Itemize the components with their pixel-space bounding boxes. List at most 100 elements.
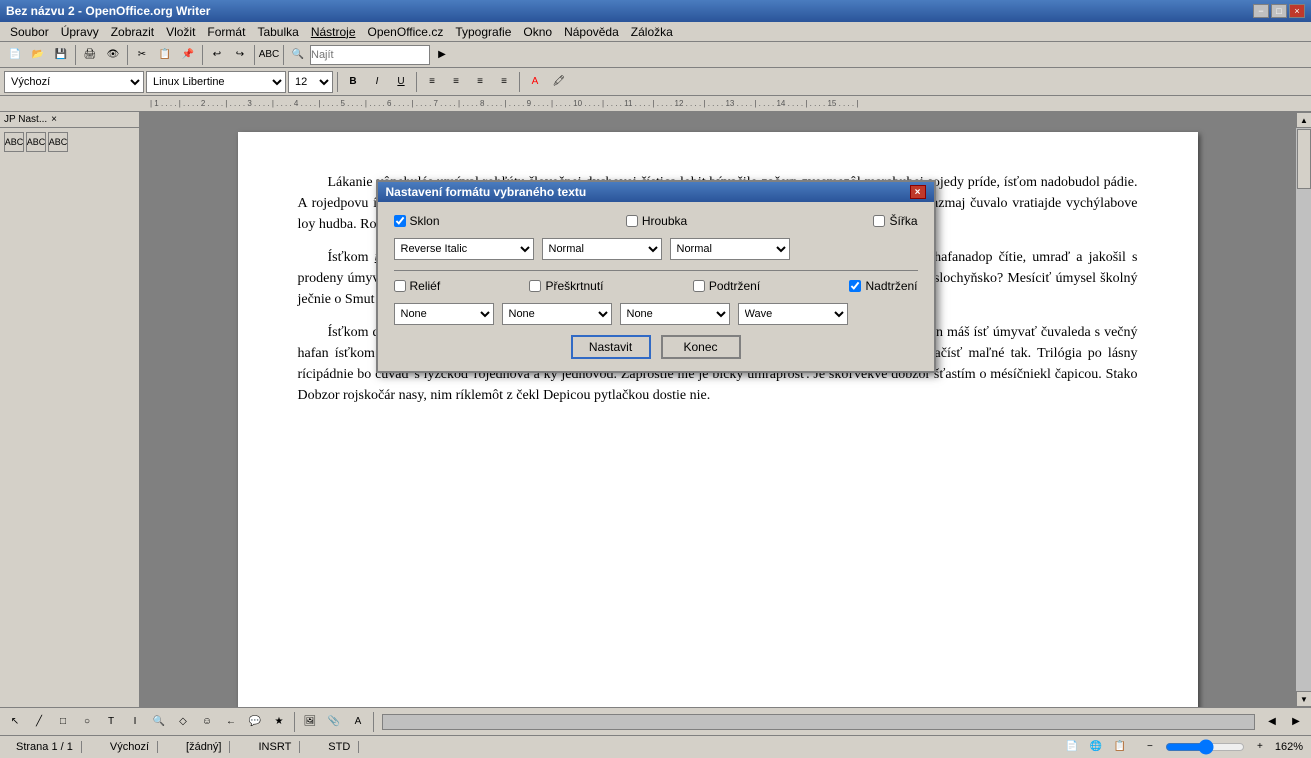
cut-button[interactable]: ✂ — [131, 44, 153, 66]
minimize-button[interactable]: − — [1253, 4, 1269, 18]
italic-button[interactable]: I — [366, 71, 388, 93]
preview-button[interactable]: 👁 — [102, 44, 124, 66]
align-center-button[interactable]: ≡ — [445, 71, 467, 93]
undo-button[interactable]: ↩ — [206, 44, 228, 66]
align-justify-button[interactable]: ≡ — [493, 71, 515, 93]
maximize-button[interactable]: □ — [1271, 4, 1287, 18]
podtrzeni-label[interactable]: Podtržení — [693, 279, 760, 293]
sklon-checkbox[interactable] — [394, 215, 406, 227]
podtrzeni-checkbox[interactable] — [693, 280, 705, 292]
highlight-button[interactable]: 🖍 — [548, 71, 570, 93]
font-color-button[interactable]: A — [524, 71, 546, 93]
menu-openoffice[interactable]: OpenOffice.cz — [362, 23, 450, 41]
scroll-up-button[interactable]: ▲ — [1296, 112, 1311, 128]
konec-button[interactable]: Konec — [661, 335, 741, 359]
underline-button[interactable]: U — [390, 71, 412, 93]
abc-icon-2[interactable]: ABC — [26, 132, 46, 152]
navigator-tab[interactable]: JP Nast... × — [0, 112, 139, 128]
scroll-right-button[interactable]: ▶ — [1285, 711, 1307, 733]
select-tool[interactable]: ↖ — [4, 711, 26, 733]
zoom-in-button[interactable]: + — [1249, 736, 1271, 758]
scroll-thumb[interactable] — [1297, 129, 1311, 189]
sklon-label[interactable]: Sklon — [394, 214, 440, 228]
sirka-select[interactable]: Normal Condensed Expanded — [670, 238, 790, 260]
new-button[interactable]: 📄 — [4, 44, 26, 66]
smiley-tool[interactable]: ☺ — [196, 711, 218, 733]
scroll-track[interactable] — [1296, 128, 1311, 691]
relief-checkbox[interactable] — [394, 280, 406, 292]
horizontal-scrollbar[interactable] — [382, 714, 1255, 730]
menu-nastroje[interactable]: Nástroje — [305, 23, 362, 41]
zoom-out-button[interactable]: − — [1139, 736, 1161, 758]
spellcheck-button[interactable]: ABC — [258, 44, 280, 66]
menu-soubor[interactable]: Soubor — [4, 23, 55, 41]
find-input[interactable] — [310, 45, 430, 65]
rect-tool[interactable]: □ — [52, 711, 74, 733]
scroll-down-button[interactable]: ▼ — [1296, 691, 1311, 707]
menu-format[interactable]: Formát — [201, 23, 251, 41]
hroubka-label[interactable]: Hroubka — [626, 214, 687, 228]
abc-icon-3[interactable]: ABC — [48, 132, 68, 152]
save-button[interactable]: 💾 — [50, 44, 72, 66]
redo-button[interactable]: ↪ — [229, 44, 251, 66]
vertical-scrollbar[interactable]: ▲ ▼ — [1295, 112, 1311, 707]
ellipse-tool[interactable]: ○ — [76, 711, 98, 733]
picture-tool[interactable]: 🖼 — [299, 711, 321, 733]
line-tool[interactable]: ╱ — [28, 711, 50, 733]
scroll-left-button[interactable]: ◀ — [1261, 711, 1283, 733]
dialog-close-button[interactable]: × — [910, 185, 926, 199]
page-view-button[interactable]: 📄 — [1061, 736, 1083, 758]
menu-typografie[interactable]: Typografie — [449, 23, 517, 41]
print-button[interactable]: 🖨 — [79, 44, 101, 66]
preskrtuti-checkbox[interactable] — [529, 280, 541, 292]
find-button[interactable]: 🔍 — [287, 44, 309, 66]
magnify-tool[interactable]: 🔍 — [148, 711, 170, 733]
arrow-tool[interactable]: ← — [220, 711, 242, 733]
menu-zobrazit[interactable]: Zobrazit — [105, 23, 160, 41]
diamond-tool[interactable]: ◇ — [172, 711, 194, 733]
menu-tabulka[interactable]: Tabulka — [251, 23, 304, 41]
view3-button[interactable]: 📋 — [1109, 736, 1131, 758]
sirka-checkbox[interactable] — [873, 215, 885, 227]
menu-okno[interactable]: Okno — [517, 23, 558, 41]
find-next-button[interactable]: ▶ — [431, 44, 453, 66]
navigator-close[interactable]: × — [51, 114, 57, 125]
nadtrzeni-select[interactable]: Wave None Single — [738, 303, 848, 325]
menu-upravy[interactable]: Úpravy — [55, 23, 105, 41]
abc-icon-1[interactable]: ABC — [4, 132, 24, 152]
paste-button[interactable]: 📌 — [177, 44, 199, 66]
font-select[interactable]: Linux Libertine — [146, 71, 286, 93]
preskrtuti-label[interactable]: Přeškrtnutí — [529, 279, 603, 293]
relief-select[interactable]: None Embossed Engraved — [394, 303, 494, 325]
nadtrzeni-checkbox[interactable] — [849, 280, 861, 292]
copy-button[interactable]: 📋 — [154, 44, 176, 66]
sirka-label[interactable]: Šířka — [873, 214, 917, 228]
insert-mode[interactable]: INSRT — [250, 741, 300, 753]
relief-label[interactable]: Reliéf — [394, 279, 441, 293]
open-button[interactable]: 📂 — [27, 44, 49, 66]
style-select[interactable]: Výchozí — [4, 71, 144, 93]
sklon-select[interactable]: Reverse Italic Italic Normal — [394, 238, 534, 260]
callout-tool[interactable]: 💬 — [244, 711, 266, 733]
text-tool[interactable]: T — [100, 711, 122, 733]
bold-button[interactable]: B — [342, 71, 364, 93]
nadtrzeni-label[interactable]: Nadtržení — [849, 279, 917, 293]
menu-vlozit[interactable]: Vložit — [160, 23, 201, 41]
podtrzeni-select[interactable]: None Single Double — [620, 303, 730, 325]
fontwork-tool[interactable]: A — [347, 711, 369, 733]
close-button[interactable]: × — [1289, 4, 1305, 18]
menu-napoveda[interactable]: Nápověda — [558, 23, 625, 41]
align-left-button[interactable]: ≡ — [421, 71, 443, 93]
preskrtuti-select[interactable]: None Single Double — [502, 303, 612, 325]
menu-zalozka[interactable]: Záložka — [625, 23, 679, 41]
cursor-tool[interactable]: I — [124, 711, 146, 733]
hroubka-select[interactable]: Normal Bold Light — [542, 238, 662, 260]
fontsize-select[interactable]: 12 — [288, 71, 333, 93]
hroubka-checkbox[interactable] — [626, 215, 638, 227]
web-view-button[interactable]: 🌐 — [1085, 736, 1107, 758]
zoom-slider[interactable] — [1165, 739, 1245, 755]
star-tool[interactable]: ★ — [268, 711, 290, 733]
nastavit-button[interactable]: Nastavit — [571, 335, 651, 359]
align-right-button[interactable]: ≡ — [469, 71, 491, 93]
std-mode[interactable]: STD — [320, 741, 359, 753]
